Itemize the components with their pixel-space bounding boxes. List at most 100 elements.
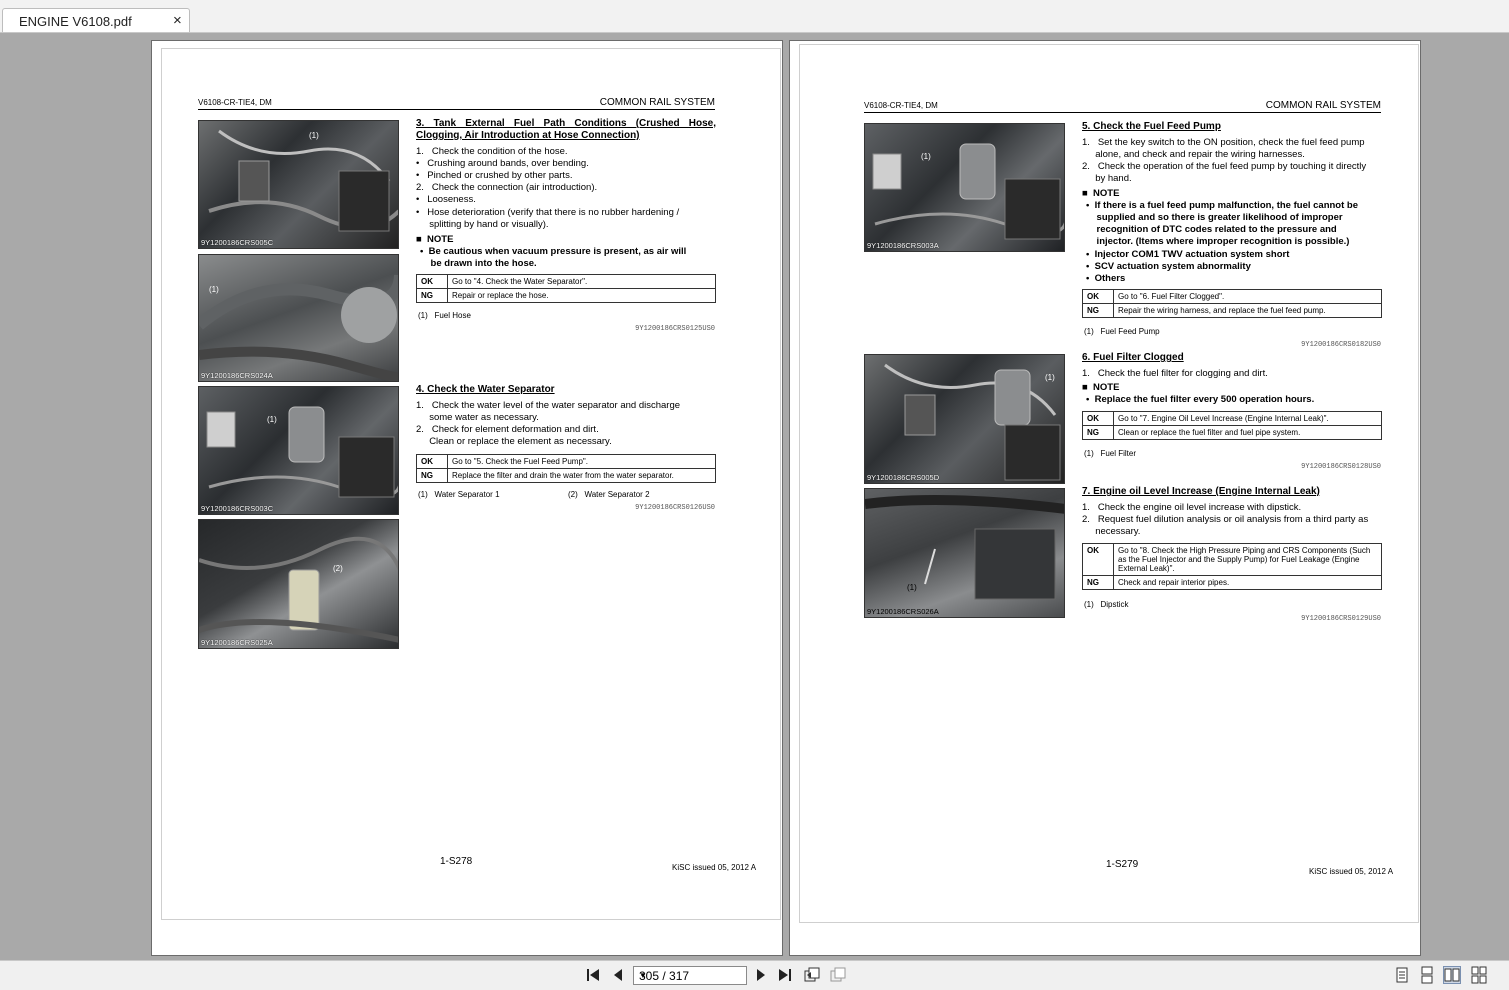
ok-key: OK [1082, 289, 1114, 304]
section-4-line: some water as necessary. [416, 412, 539, 423]
ok-text: Go to "4. Check the Water Separator". [447, 274, 716, 289]
tab-title: ENGINE V6108.pdf [19, 14, 132, 29]
legend: (1) Dipstick [1084, 600, 1129, 609]
section-5-line: by hand. [1082, 173, 1132, 184]
photo-illustration [208, 129, 398, 232]
reference-code: 9Y1200186CRS0128US0 [1301, 463, 1381, 471]
page-header-right: COMMON RAIL SYSTEM [1265, 100, 1381, 111]
reference-code: 9Y1200186CRS0125US0 [635, 325, 715, 333]
section-7-line: 2. Request fuel dilution analysis or oil… [1082, 514, 1369, 525]
note-line: • Be cautious when vacuum pressure is pr… [420, 246, 687, 257]
two-page-view-button[interactable] [1443, 966, 1461, 984]
photo-callout: (1) [267, 415, 277, 424]
photo-illustration [865, 495, 1064, 600]
legend: (2) Water Separator 2 [568, 490, 650, 499]
ok-ng-table: OK Go to "4. Check the Water Separator". … [416, 274, 716, 303]
photo-id-label: 9Y1200186CRS003C [201, 504, 274, 513]
ok-key: OK [1082, 411, 1114, 426]
first-page-icon [587, 969, 599, 981]
ok-ng-table: OK Go to "8. Check the High Pressure Pipi… [1082, 543, 1382, 590]
close-icon[interactable]: × [173, 12, 182, 29]
photo-illustration [199, 274, 398, 381]
ng-key: NG [1082, 575, 1114, 590]
photo-callout: (1) [309, 131, 319, 140]
legend: (1) Water Separator 1 [418, 490, 500, 499]
section-4-title: 4. Check the Water Separator [416, 384, 555, 395]
section-3-line: • Hose deterioration (verify that there … [416, 207, 680, 218]
ng-text: Replace the filter and drain the water f… [447, 468, 716, 483]
photo-illustration [199, 536, 398, 643]
continuous-view-button[interactable] [1418, 966, 1436, 984]
ng-key: NG [416, 468, 448, 483]
section-3-line: • Crushing around bands, over bending. [416, 158, 589, 169]
ng-text: Clean or replace the fuel filter and fue… [1113, 425, 1382, 440]
ng-text: Repair or replace the hose. [447, 288, 716, 303]
next-view-icon [830, 967, 846, 982]
section-3-title-line-1: 3. Tank External Fuel Path Conditions (C… [416, 118, 716, 129]
note-line: supplied and so there is greater likelih… [1086, 212, 1343, 223]
engine-photo-hose-closeup: (1) 9Y1200186CRS024A [198, 254, 399, 382]
section-3-line: • Pinched or crushed by other parts. [416, 170, 573, 181]
section-3-line: splitting by hand or visually). [416, 219, 549, 230]
single-page-view-button[interactable] [1393, 966, 1411, 984]
note-line: • SCV actuation system abnormality [1086, 261, 1251, 272]
reference-code: 9Y1200186CRS0182US0 [1301, 341, 1381, 349]
tab-bar: ENGINE V6108.pdf × [0, 0, 1509, 33]
section-6-title: 6. Fuel Filter Clogged [1082, 352, 1184, 363]
pdf-page-right: V6108-CR-TIE4, DM COMMON RAIL SYSTEM (1)… [789, 40, 1421, 956]
header-rule [864, 112, 1381, 113]
engine-photo-water-separator-2: (2) 9Y1200186CRS025A [198, 519, 399, 649]
document-tab[interactable]: ENGINE V6108.pdf × [2, 8, 190, 32]
last-page-button[interactable] [776, 966, 794, 984]
previous-page-button[interactable] [609, 966, 627, 984]
ok-text: Go to "8. Check the High Pressure Piping… [1113, 543, 1382, 576]
page-header-left: V6108-CR-TIE4, DM [864, 101, 938, 110]
section-3-line: 2. Check the connection (air introductio… [416, 182, 598, 193]
engine-photo-fuel-filter: (1) 9Y1200186CRS005D [864, 354, 1065, 484]
note-heading: ■ NOTE [1082, 382, 1120, 393]
ok-ng-table: OK Go to "7. Engine Oil Level Increase (E… [1082, 411, 1382, 440]
section-5-title: 5. Check the Fuel Feed Pump [1082, 121, 1221, 132]
photo-illustration [872, 143, 1064, 240]
previous-view-icon [804, 967, 820, 982]
section-7-line: 1. Check the engine oil level increase w… [1082, 502, 1302, 513]
section-7-title: 7. Engine oil Level Increase (Engine Int… [1082, 486, 1320, 497]
section-3-line: • Looseness. [416, 194, 476, 205]
legend: (1) Fuel Hose [418, 311, 471, 320]
photo-id-label: 9Y1200186CRS025A [201, 638, 273, 647]
note-line: • If there is a fuel feed pump malfuncti… [1086, 200, 1358, 211]
photo-illustration [206, 406, 398, 498]
section-4-line: Clean or replace the element as necessar… [416, 436, 612, 447]
next-page-button[interactable] [752, 966, 770, 984]
photo-callout: (1) [907, 583, 917, 592]
single-page-icon [1396, 967, 1408, 983]
note-heading: ■ NOTE [1082, 188, 1120, 199]
photo-callout: (1) [1045, 373, 1055, 382]
ok-key: OK [416, 454, 448, 469]
note-line: recognition of DTC codes related to the … [1086, 224, 1337, 235]
issued-note: KiSC issued 05, 2012 A [672, 863, 757, 872]
legend: (1) Fuel Feed Pump [1084, 327, 1160, 336]
next-view-button[interactable] [829, 966, 847, 984]
engine-photo-fuel-hose: (1) 9Y1200186CRS005C [198, 120, 399, 249]
previous-view-button[interactable] [803, 966, 821, 984]
previous-page-icon [614, 969, 622, 981]
reference-code: 9Y1200186CRS0129US0 [1301, 615, 1381, 623]
header-rule [198, 109, 715, 110]
photo-callout: (2) [333, 564, 343, 573]
page-number-select[interactable]: 305 / 317 ▼ [633, 966, 747, 985]
section-5-line: 2. Check the operation of the fuel feed … [1082, 161, 1367, 172]
ok-text: Go to "6. Fuel Filter Clogged". [1113, 289, 1382, 304]
section-5-line: 1. Set the key switch to the ON position… [1082, 137, 1365, 148]
photo-id-label: 9Y1200186CRS026A [867, 607, 939, 616]
ng-text: Repair the wiring harness, and replace t… [1113, 303, 1382, 318]
ok-text: Go to "5. Check the Fuel Feed Pump". [447, 454, 716, 469]
next-page-icon [757, 969, 765, 981]
ok-text: Go to "7. Engine Oil Level Increase (Eng… [1113, 411, 1382, 426]
ng-key: NG [1082, 303, 1114, 318]
note-line: • Others [1086, 273, 1126, 284]
two-page-continuous-view-button[interactable] [1470, 966, 1488, 984]
first-page-button[interactable] [584, 966, 602, 984]
note-line: • Injector COM1 TWV actuation system sho… [1086, 249, 1290, 260]
note-line: be drawn into the hose. [420, 258, 537, 269]
